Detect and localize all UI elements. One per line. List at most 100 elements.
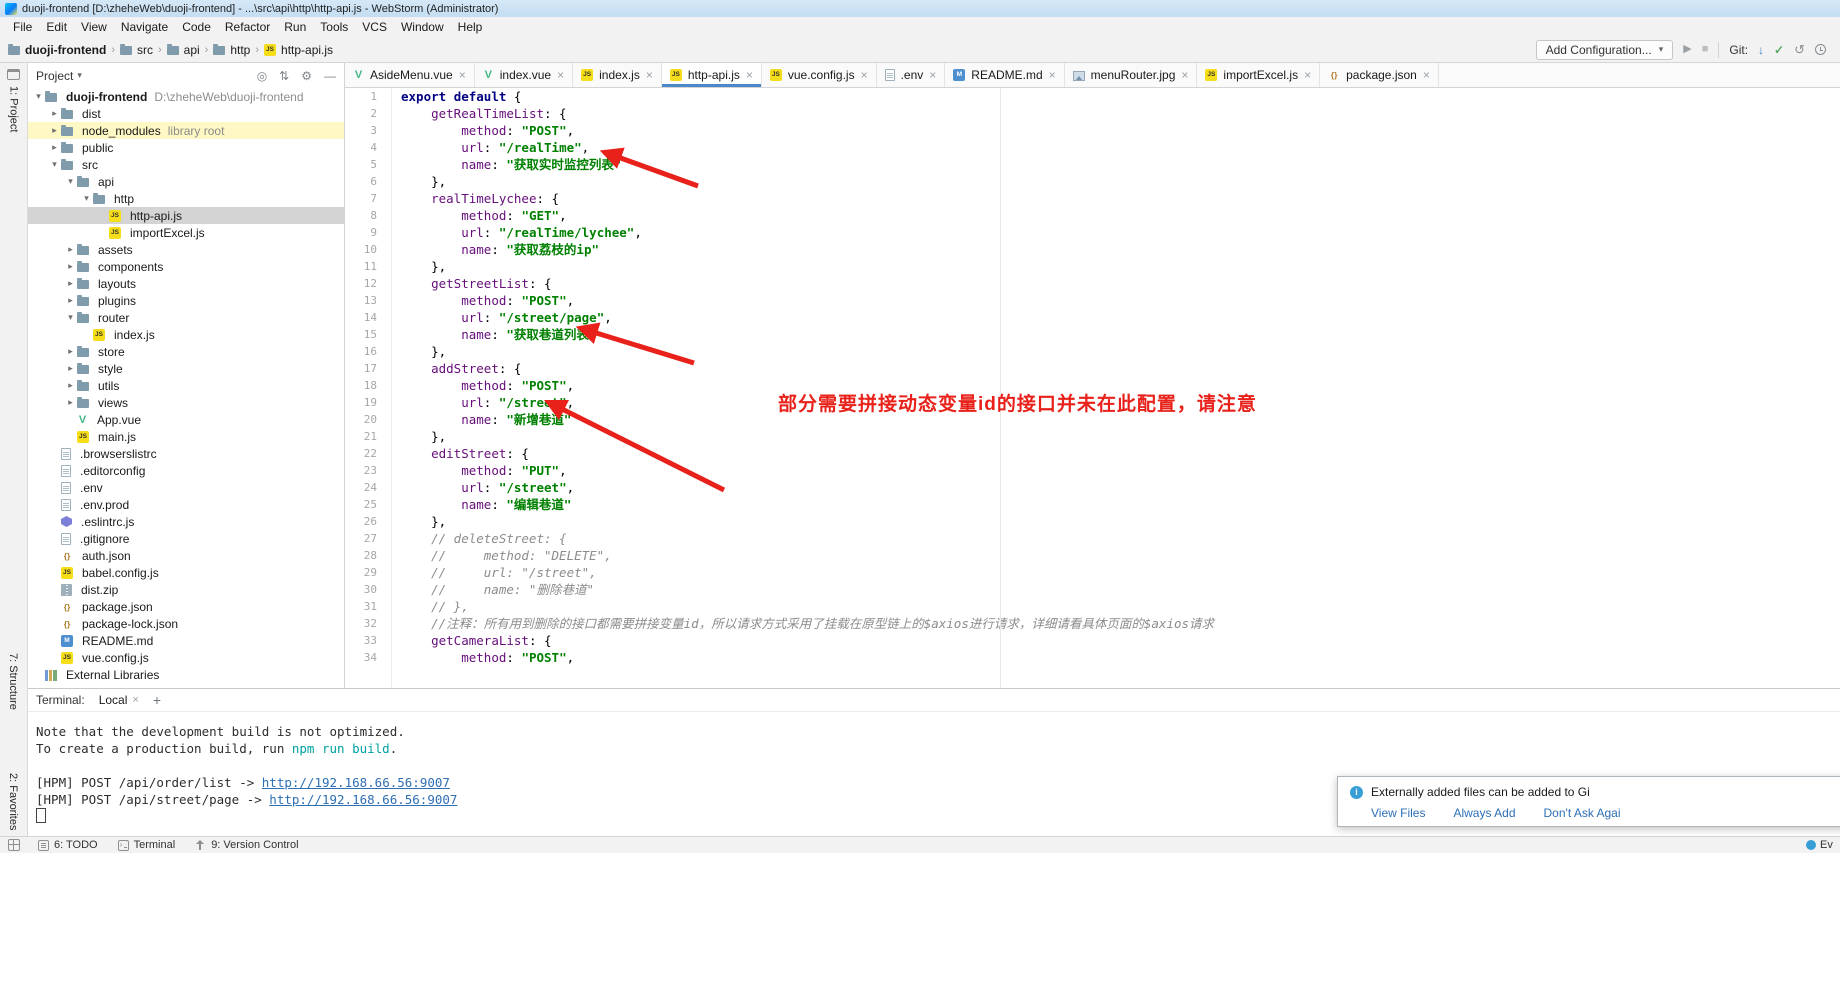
new-terminal-button[interactable]: + [153,692,161,708]
tree-item-style[interactable]: ▸style [28,360,344,377]
tree-item-package-lock-json[interactable]: {}package-lock.json [28,615,344,632]
tab-index-vue[interactable]: Vindex.vue× [475,63,573,87]
chevron-right-icon[interactable]: ▸ [48,125,61,136]
chevron-right-icon[interactable]: ▸ [64,278,77,289]
menu-refactor[interactable]: Refactor [218,17,277,37]
tree-item-dist[interactable]: ▸dist [28,105,344,122]
code-line[interactable]: getStreetList: { [401,275,1840,292]
menu-help[interactable]: Help [451,17,490,37]
code-line[interactable]: // method: "DELETE", [401,547,1840,564]
collapse-all-icon[interactable]: ⇅ [279,69,289,83]
tree-item-main-js[interactable]: JSmain.js [28,428,344,445]
code-line[interactable]: url: "/street/page", [401,309,1840,326]
chevron-down-icon[interactable]: ▾ [77,70,82,81]
tree-item-plugins[interactable]: ▸plugins [28,292,344,309]
tree-item-editorconfig[interactable]: .editorconfig [28,462,344,479]
code-line[interactable]: url: "/realTime/lychee", [401,224,1840,241]
code-line[interactable]: name: "编辑巷道" [401,496,1840,513]
tab-readme-md[interactable]: MREADME.md× [945,63,1064,87]
toolwindow-button-project[interactable]: 1: Project [8,86,20,132]
hide-panel-icon[interactable]: — [324,69,336,83]
notification-action-don-t-ask-agai[interactable]: Don't Ask Agai [1544,806,1621,820]
code-line[interactable]: }, [401,258,1840,275]
tab-env[interactable]: .env× [877,63,946,87]
code-line[interactable]: // name: "删除巷道" [401,581,1840,598]
tree-item-env-prod[interactable]: .env.prod [28,496,344,513]
tree-item-http[interactable]: ▾http [28,190,344,207]
terminal-link[interactable]: http://192.168.66.56:9007 [262,775,450,790]
code-line[interactable]: editStreet: { [401,445,1840,462]
tab-importexcel-js[interactable]: JSimportExcel.js× [1197,63,1320,87]
code-line[interactable]: addStreet: { [401,360,1840,377]
notification-action-view-files[interactable]: View Files [1371,806,1425,820]
gear-icon[interactable]: ⚙ [301,69,312,83]
chevron-down-icon[interactable]: ▾ [64,176,77,187]
tree-item-utils[interactable]: ▸utils [28,377,344,394]
chevron-right-icon[interactable]: ▸ [64,346,77,357]
add-configuration-button[interactable]: Add Configuration... ▾ [1536,40,1674,60]
chevron-down-icon[interactable]: ▾ [32,91,45,102]
rollback-icon[interactable]: ↺ [1794,43,1805,56]
code-line[interactable]: url: "/street", [401,479,1840,496]
close-icon[interactable]: × [1049,69,1056,81]
tree-item-http-api-js[interactable]: JShttp-api.js [28,207,344,224]
chevron-down-icon[interactable]: ▾ [48,159,61,170]
menu-view[interactable]: View [74,17,114,37]
code-line[interactable]: method: "PUT", [401,462,1840,479]
code-line[interactable]: // }, [401,598,1840,615]
tree-item-readme-md[interactable]: MREADME.md [28,632,344,649]
event-log-button[interactable]: Ev [1806,839,1840,851]
tab-vue-config-js[interactable]: JSvue.config.js× [762,63,877,87]
code-line[interactable]: realTimeLychee: { [401,190,1840,207]
tree-item-layouts[interactable]: ▸layouts [28,275,344,292]
tree-item-env[interactable]: .env [28,479,344,496]
code-line[interactable]: method: "POST", [401,649,1840,666]
code-line[interactable]: }, [401,428,1840,445]
code-line[interactable]: getRealTimeList: { [401,105,1840,122]
code-line[interactable]: method: "POST", [401,292,1840,309]
code-area[interactable]: 1234567891011121314151617181920212223242… [345,88,1840,688]
code-line[interactable]: // url: "/street", [401,564,1840,581]
close-icon[interactable]: × [929,69,936,81]
chevron-right-icon[interactable]: ▸ [64,363,77,374]
chevron-down-icon[interactable]: ▾ [80,193,93,204]
breadcrumb-item-api[interactable]: api [167,43,200,57]
tree-item-gitignore[interactable]: .gitignore [28,530,344,547]
tree-item-app-vue[interactable]: VApp.vue [28,411,344,428]
toolwindow-button-structure[interactable]: 7: Structure [7,653,19,710]
tree-item-browserslistrc[interactable]: .browserslistrc [28,445,344,462]
code-line[interactable]: }, [401,343,1840,360]
menu-tools[interactable]: Tools [313,17,355,37]
code-line[interactable]: getCameraList: { [401,632,1840,649]
close-icon[interactable]: × [1181,69,1188,81]
tree-item-package-json[interactable]: {}package.json [28,598,344,615]
menu-vcs[interactable]: VCS [355,17,394,37]
run-button[interactable]: ▶ [1683,44,1691,55]
menu-edit[interactable]: Edit [39,17,74,37]
stop-button[interactable]: ■ [1702,44,1709,55]
tree-item-router[interactable]: ▾router [28,309,344,326]
close-icon[interactable]: × [861,69,868,81]
chevron-right-icon[interactable]: ▸ [64,261,77,272]
tree-item-public[interactable]: ▸public [28,139,344,156]
menu-file[interactable]: File [6,17,39,37]
code-line[interactable]: name: "获取巷道列表" [401,326,1840,343]
history-icon[interactable] [1815,44,1826,55]
breadcrumb-item-src[interactable]: src [120,43,153,57]
chevron-right-icon[interactable]: ▸ [64,397,77,408]
tree-item-node-modules[interactable]: ▸node_moduleslibrary root [28,122,344,139]
code-line[interactable]: export default { [401,88,1840,105]
tree-item-eslintrc-js[interactable]: .eslintrc.js [28,513,344,530]
chevron-right-icon[interactable]: ▸ [48,108,61,119]
code-line[interactable]: method: "GET", [401,207,1840,224]
close-icon[interactable]: × [746,69,753,81]
code-line[interactable]: }, [401,513,1840,530]
tree-item-auth-json[interactable]: {}auth.json [28,547,344,564]
tree-item-dist-zip[interactable]: dist.zip [28,581,344,598]
update-project-icon[interactable]: ↓ [1758,44,1764,56]
tab-asidemenu-vue[interactable]: VAsideMenu.vue× [345,63,475,87]
close-icon[interactable]: × [132,694,138,706]
tree-item-vue-config-js[interactable]: JSvue.config.js [28,649,344,666]
menu-window[interactable]: Window [394,17,451,37]
toolwindow-switcher-icon[interactable] [8,839,20,851]
